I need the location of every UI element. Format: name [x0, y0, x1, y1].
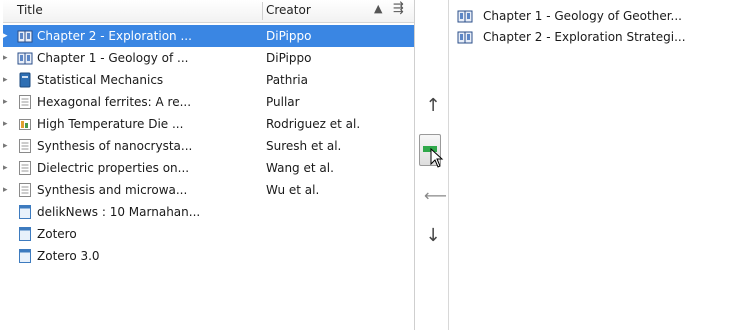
- selected-list-item[interactable]: Chapter 1 - Geology of Geother...: [457, 6, 747, 26]
- move-up-button[interactable]: ↑: [424, 95, 442, 116]
- item-title: Chapter 1 - Geology of ...: [37, 51, 189, 65]
- selected-items-list[interactable]: Chapter 1 - Geology of Geother... Chapter…: [448, 0, 749, 330]
- item-row[interactable]: ▸ Synthesis and microwa... Wu et al.: [3, 179, 414, 201]
- book-section-icon: [457, 31, 473, 44]
- item-row[interactable]: ▸ Chapter 1 - Geology of ... DiPippo: [3, 47, 414, 69]
- item-creator: Rodriguez et al.: [266, 117, 361, 131]
- expand-twisty-icon[interactable]: ▸: [3, 113, 13, 135]
- item-row[interactable]: delikNews : 10 Marnahan...: [3, 201, 414, 223]
- item-creator: DiPippo: [266, 51, 312, 65]
- item-title: Synthesis and microwa...: [37, 183, 188, 197]
- remove-item-button[interactable]: ⟵: [424, 186, 447, 205]
- item-creator: Pullar: [266, 95, 300, 109]
- column-separator[interactable]: [262, 2, 263, 20]
- book-icon: [19, 72, 31, 88]
- webpage-icon: [19, 227, 31, 241]
- expand-twisty-icon[interactable]: ▸: [3, 157, 13, 179]
- journal-article-icon: [19, 95, 31, 109]
- item-creator: Wang et al.: [266, 161, 334, 175]
- journal-article-icon: [19, 161, 31, 175]
- selected-list-item[interactable]: Chapter 2 - Exploration Strategi...: [457, 27, 747, 47]
- webpage-icon: [19, 249, 31, 263]
- expand-twisty-icon[interactable]: ▸: [3, 69, 13, 91]
- item-title: Zotero: [37, 227, 77, 241]
- item-title: High Temperature Die ...: [37, 117, 184, 131]
- item-creator: Pathria: [266, 73, 308, 87]
- item-title: delikNews : 10 Marnahan...: [37, 205, 201, 219]
- item-row[interactable]: ▸ Dielectric properties on... Wang et al.: [3, 157, 414, 179]
- expand-twisty-icon[interactable]: ▸: [3, 179, 13, 201]
- column-header: Title Creator ▲ ⇶: [3, 0, 414, 23]
- journal-article-icon: [19, 139, 31, 153]
- column-picker-icon[interactable]: ⇶: [393, 1, 404, 16]
- mouse-cursor-icon: [430, 148, 444, 168]
- items-list: ▸ Chapter 2 - Exploration ... DiPippo ▸ Chap…: [3, 25, 414, 267]
- reorder-controls: ↑ ⟵ ↓: [416, 0, 448, 330]
- expand-twisty-icon[interactable]: ▸: [3, 91, 13, 113]
- book-section-icon: [457, 10, 473, 23]
- item-creator: Suresh et al.: [266, 139, 342, 153]
- book-section-icon: [17, 30, 33, 43]
- item-row[interactable]: ▸ Chapter 2 - Exploration ... DiPippo: [3, 25, 414, 47]
- item-title: Synthesis of nanocrysta...: [37, 139, 193, 153]
- selected-item-label: Chapter 1 - Geology of Geother...: [483, 9, 682, 23]
- item-row[interactable]: ▸ Statistical Mechanics Pathria: [3, 69, 414, 91]
- item-title: Dielectric properties on...: [37, 161, 190, 175]
- expand-twisty-icon[interactable]: ▸: [3, 47, 13, 69]
- title-column-header[interactable]: Title: [17, 3, 43, 17]
- sort-ascending-icon: ▲: [374, 2, 383, 15]
- book-section-icon: [17, 52, 33, 65]
- items-tree[interactable]: Title Creator ▲ ⇶ ▸ Chapter 2 - Explorati…: [3, 0, 415, 330]
- item-row[interactable]: Zotero 3.0: [3, 245, 414, 267]
- expand-twisty-icon[interactable]: ▸: [3, 135, 13, 157]
- item-creator: DiPippo: [266, 29, 312, 43]
- item-title: Chapter 2 - Exploration ...: [37, 29, 192, 43]
- webpage-icon: [19, 205, 31, 219]
- item-title: Statistical Mechanics: [37, 73, 164, 87]
- creator-column-header[interactable]: Creator: [266, 3, 311, 17]
- selected-item-label: Chapter 2 - Exploration Strategi...: [483, 30, 686, 44]
- item-row[interactable]: ▸ Hexagonal ferrites: A re... Pullar: [3, 91, 414, 113]
- report-icon: [19, 119, 31, 130]
- item-creator: Wu et al.: [266, 183, 320, 197]
- item-row[interactable]: ▸ Synthesis of nanocrysta... Suresh et al.: [3, 135, 414, 157]
- move-down-button[interactable]: ↓: [424, 225, 442, 246]
- journal-article-icon: [19, 183, 31, 197]
- item-title: Hexagonal ferrites: A re...: [37, 95, 192, 109]
- item-title: Zotero 3.0: [37, 249, 100, 263]
- expand-twisty-icon[interactable]: ▸: [3, 25, 13, 47]
- item-row[interactable]: Zotero: [3, 223, 414, 245]
- item-row[interactable]: ▸ High Temperature Die ... Rodriguez et al…: [3, 113, 414, 135]
